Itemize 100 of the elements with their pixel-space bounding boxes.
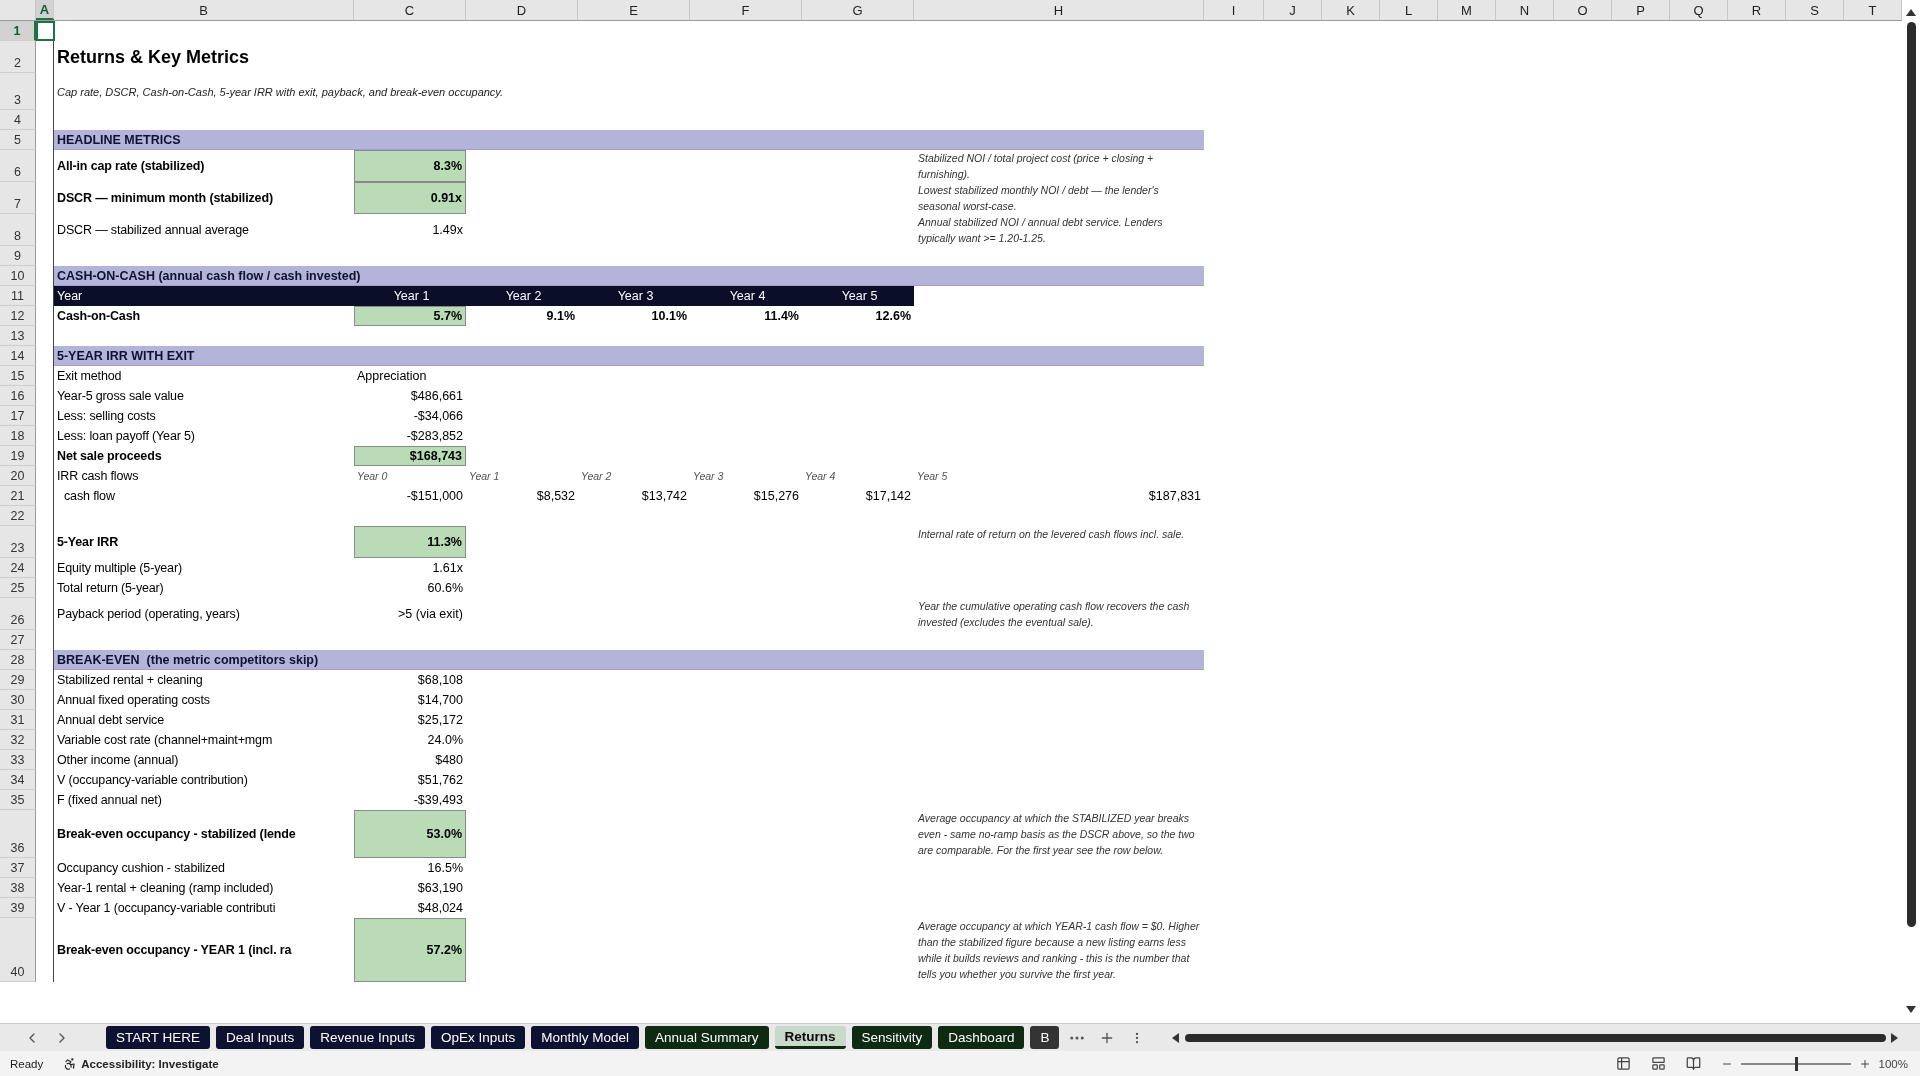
accessibility-button[interactable]: Accessibility: Investigate	[63, 1056, 219, 1071]
cell-value: $480	[434, 752, 464, 769]
row-number[interactable]: 19	[0, 446, 36, 466]
row-number[interactable]: 4	[0, 110, 36, 130]
row-number[interactable]: 13	[0, 326, 36, 346]
row-number[interactable]: 20	[0, 466, 36, 486]
column-header[interactable]: I	[1204, 0, 1264, 20]
note-text: Annual stabilized NOI / annual debt service. Lenders typically want >= 1.20-1.25.	[916, 215, 1164, 246]
sheet-tab[interactable]: Revenue Inputs	[310, 1026, 425, 1049]
row-number[interactable]: 5	[0, 130, 36, 150]
row-number[interactable]: 27	[0, 630, 36, 650]
column-header[interactable]: Q	[1670, 0, 1728, 20]
page-break-icon[interactable]	[1685, 1056, 1701, 1071]
row-number[interactable]: 31	[0, 710, 36, 730]
row-number[interactable]: 33	[0, 750, 36, 770]
scroll-down-icon[interactable]	[1906, 1005, 1916, 1015]
row-number[interactable]: 17	[0, 406, 36, 426]
row-number[interactable]: 10	[0, 266, 36, 286]
sheet-tab[interactable]: B	[1030, 1026, 1060, 1049]
column-header[interactable]: H	[914, 0, 1204, 20]
scrollbar-thumb[interactable]	[1906, 22, 1916, 927]
row-number[interactable]: 1	[0, 21, 36, 41]
column-header[interactable]: B	[54, 0, 354, 20]
row-number[interactable]: 22	[0, 506, 36, 526]
column-header[interactable]: E	[578, 0, 690, 20]
sheet-tab[interactable]: Annual Summary	[645, 1026, 769, 1049]
column-header[interactable]: D	[466, 0, 578, 20]
sheet-tab[interactable]: Returns	[774, 1026, 846, 1049]
header-label: Year 2	[504, 289, 543, 303]
page-layout-icon[interactable]	[1650, 1056, 1666, 1071]
column-header[interactable]: S	[1786, 0, 1844, 20]
column-header[interactable]: P	[1612, 0, 1670, 20]
cell-value: 9.1%	[545, 308, 576, 325]
row-number[interactable]: 26	[0, 598, 36, 630]
scrollbar-thumb[interactable]	[1185, 1033, 1886, 1042]
sheet-tab[interactable]: Monthly Model	[531, 1026, 639, 1049]
column-header[interactable]: L	[1380, 0, 1438, 20]
row-number[interactable]: 36	[0, 810, 36, 858]
column-header[interactable]: R	[1728, 0, 1786, 20]
row-number[interactable]: 2	[0, 41, 36, 73]
row-number[interactable]: 38	[0, 878, 36, 898]
row-number[interactable]: 23	[0, 526, 36, 558]
column-header[interactable]: M	[1438, 0, 1496, 20]
row-label: Net sale proceeds	[56, 449, 163, 463]
row-number[interactable]: 18	[0, 426, 36, 446]
selected-cell[interactable]	[36, 21, 55, 41]
row-number[interactable]: 9	[0, 246, 36, 266]
highlighted-cell: 8.3%	[354, 150, 466, 182]
sheet-tab[interactable]: Dashboard	[938, 1026, 1025, 1049]
row-number[interactable]: 39	[0, 898, 36, 918]
column-header[interactable]: A	[36, 0, 54, 20]
row-number[interactable]: 25	[0, 578, 36, 598]
row-number[interactable]: 12	[0, 306, 36, 326]
sheet-tab[interactable]: Deal Inputs	[216, 1026, 305, 1049]
cell-value: $8,532	[535, 488, 576, 505]
cell-value: -$39,493	[412, 792, 464, 809]
row-number[interactable]: 32	[0, 730, 36, 750]
row-number[interactable]: 21	[0, 486, 36, 506]
scroll-left-icon[interactable]	[1171, 1032, 1182, 1043]
row-number[interactable]: 7	[0, 182, 36, 214]
normal-view-icon[interactable]	[1615, 1056, 1631, 1071]
highlighted-cell: $168,743	[354, 446, 466, 466]
row-label: Total return (5-year)	[56, 581, 165, 595]
column-header[interactable]: J	[1264, 0, 1322, 20]
column-header[interactable]: N	[1496, 0, 1554, 20]
column-header[interactable]: F	[690, 0, 802, 20]
zoom-in-icon[interactable]	[1858, 1057, 1871, 1070]
zoom-thumb[interactable]	[1794, 1056, 1798, 1071]
row-number[interactable]: 35	[0, 790, 36, 810]
zoom-level[interactable]: 100%	[1878, 1057, 1908, 1070]
row-number[interactable]: 15	[0, 366, 36, 386]
cell-value: $17,142	[864, 488, 912, 505]
row-number[interactable]: 24	[0, 558, 36, 578]
row-number[interactable]: 28	[0, 650, 36, 670]
highlighted-cell: 53.0%	[354, 810, 466, 858]
row-number[interactable]: 16	[0, 386, 36, 406]
row-number[interactable]: 3	[0, 73, 36, 110]
row-number[interactable]: 37	[0, 858, 36, 878]
row-number[interactable]: 14	[0, 346, 36, 366]
sheet-tab[interactable]: START HERE	[106, 1026, 211, 1049]
cell-value: $63,190	[416, 880, 464, 897]
row-number[interactable]: 30	[0, 690, 36, 710]
row-label: Exit method	[56, 369, 123, 383]
row-number[interactable]: 29	[0, 670, 36, 690]
scroll-right-icon[interactable]	[1890, 1032, 1900, 1043]
scroll-up-icon[interactable]	[1906, 8, 1916, 18]
year-label: Year 5	[916, 470, 949, 482]
column-header[interactable]: O	[1554, 0, 1612, 20]
row-number[interactable]: 8	[0, 214, 36, 246]
column-header[interactable]: G	[802, 0, 914, 20]
sheet-tab[interactable]: OpEx Inputs	[430, 1026, 526, 1049]
row-number[interactable]: 34	[0, 770, 36, 790]
header-label: Year 3	[616, 289, 655, 303]
column-header[interactable]: K	[1322, 0, 1380, 20]
sheet-tab[interactable]: Sensitivity	[851, 1026, 933, 1049]
row-number[interactable]: 6	[0, 150, 36, 182]
row-label: Occupancy cushion - stabilized	[56, 861, 226, 875]
column-header[interactable]: C	[354, 0, 466, 20]
row-number[interactable]: 40	[0, 918, 36, 982]
row-number[interactable]: 11	[0, 286, 36, 306]
